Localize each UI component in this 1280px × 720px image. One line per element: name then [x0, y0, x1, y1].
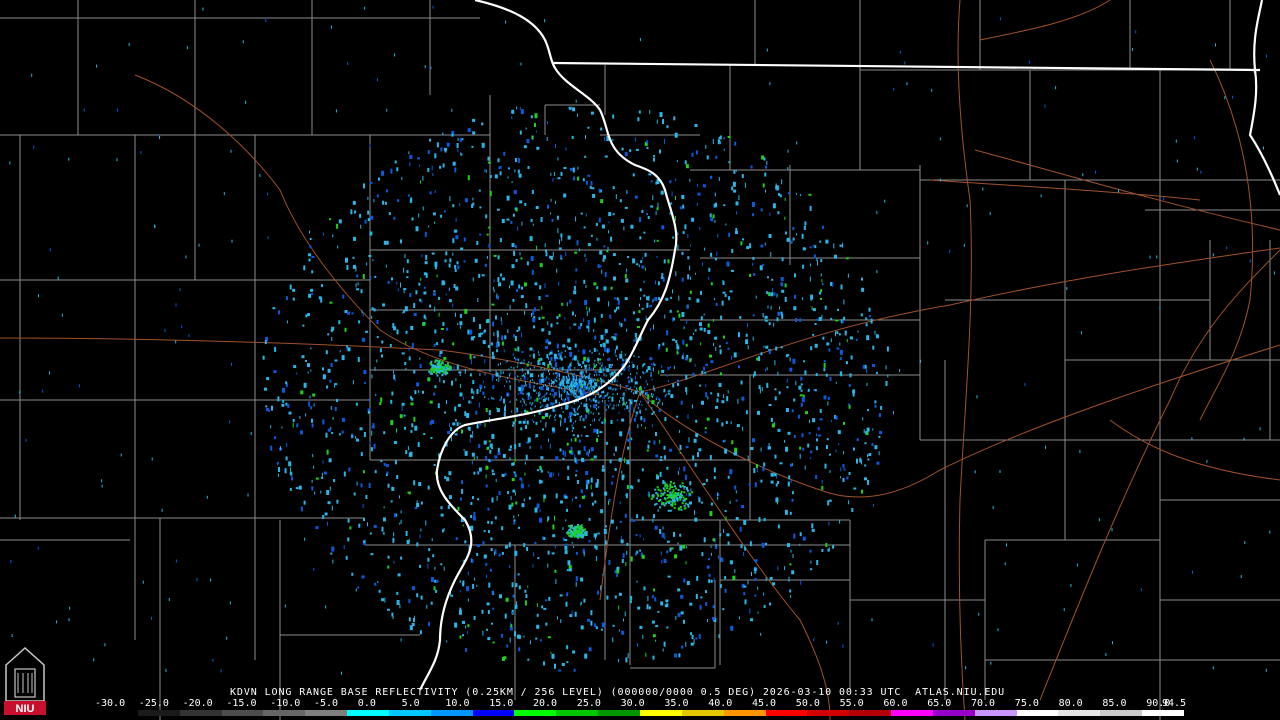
- colorscale-label: 80.0: [1058, 698, 1083, 709]
- colorscale-swatch: [723, 710, 766, 716]
- colorscale-bar: [96, 710, 1184, 716]
- colorscale-swatch: [1142, 710, 1184, 716]
- colorscale-swatch: [388, 710, 431, 716]
- colorscale-label: 30.0: [620, 698, 645, 709]
- colorscale-label: 10.0: [445, 698, 470, 709]
- colorscale-label: 75.0: [1014, 698, 1039, 709]
- colorscale-swatch: [347, 710, 389, 716]
- colorscale-label: -30.0: [95, 698, 126, 709]
- colorscale-label: 35.0: [664, 698, 689, 709]
- colorscale-swatch: [807, 710, 850, 716]
- colorscale-swatch: [932, 710, 975, 716]
- colorscale-swatch: [179, 710, 222, 716]
- colorscale-label: 60.0: [883, 698, 908, 709]
- colorscale-swatch: [305, 710, 348, 716]
- colorscale-swatch: [1100, 710, 1143, 716]
- colorscale-swatch: [639, 710, 682, 716]
- colorscale-swatch: [556, 710, 599, 716]
- colorscale-label: 25.0: [576, 698, 601, 709]
- colorscale-swatch: [765, 710, 808, 716]
- colorscale-swatch: [221, 710, 264, 716]
- colorscale-swatch: [96, 710, 138, 716]
- colorscale-swatch: [472, 710, 515, 716]
- colorscale-label: 45.0: [752, 698, 777, 709]
- colorscale-swatch: [891, 710, 933, 716]
- colorscale-label: 70.0: [971, 698, 996, 709]
- colorscale-swatch: [514, 710, 557, 716]
- colorscale-labels: -30.0 -25.0 -20.0 -15.0 -10.0 -5.0 0.0 5.0 10.0 1…: [95, 698, 1190, 710]
- colorscale-label: 85.0: [1102, 698, 1127, 709]
- colorscale-label: -25.0: [138, 698, 169, 709]
- colorscale-label: 20.0: [533, 698, 558, 709]
- colorscale-swatch: [598, 710, 640, 716]
- niu-logo: NIU: [3, 645, 47, 717]
- colorscale-swatch: [974, 710, 1017, 716]
- colorscale-label: 65.0: [927, 698, 952, 709]
- radar-map: [0, 0, 1280, 720]
- colorscale-label: -5.0: [314, 698, 339, 709]
- colorscale-label: 55.0: [839, 698, 864, 709]
- colorscale-swatch: [1016, 710, 1059, 716]
- colorscale-label: 40.0: [708, 698, 733, 709]
- colorscale-swatch: [1058, 710, 1101, 716]
- colorscale-label: -20.0: [182, 698, 213, 709]
- niu-logo-text: NIU: [16, 703, 35, 715]
- colorscale-label: 50.0: [795, 698, 820, 709]
- colorscale-swatch: [849, 710, 892, 716]
- colorscale-swatch: [263, 710, 306, 716]
- colorscale-label: 94.5: [1162, 698, 1187, 709]
- colorscale-label: 15.0: [489, 698, 514, 709]
- colorscale-label: -15.0: [226, 698, 257, 709]
- colorscale-swatch: [681, 710, 724, 716]
- colorscale-swatch: [137, 710, 180, 716]
- colorscale-swatch: [430, 710, 473, 716]
- colorscale-label: 5.0: [401, 698, 420, 709]
- colorscale-label: -10.0: [270, 698, 301, 709]
- colorscale-label: 0.0: [357, 698, 376, 709]
